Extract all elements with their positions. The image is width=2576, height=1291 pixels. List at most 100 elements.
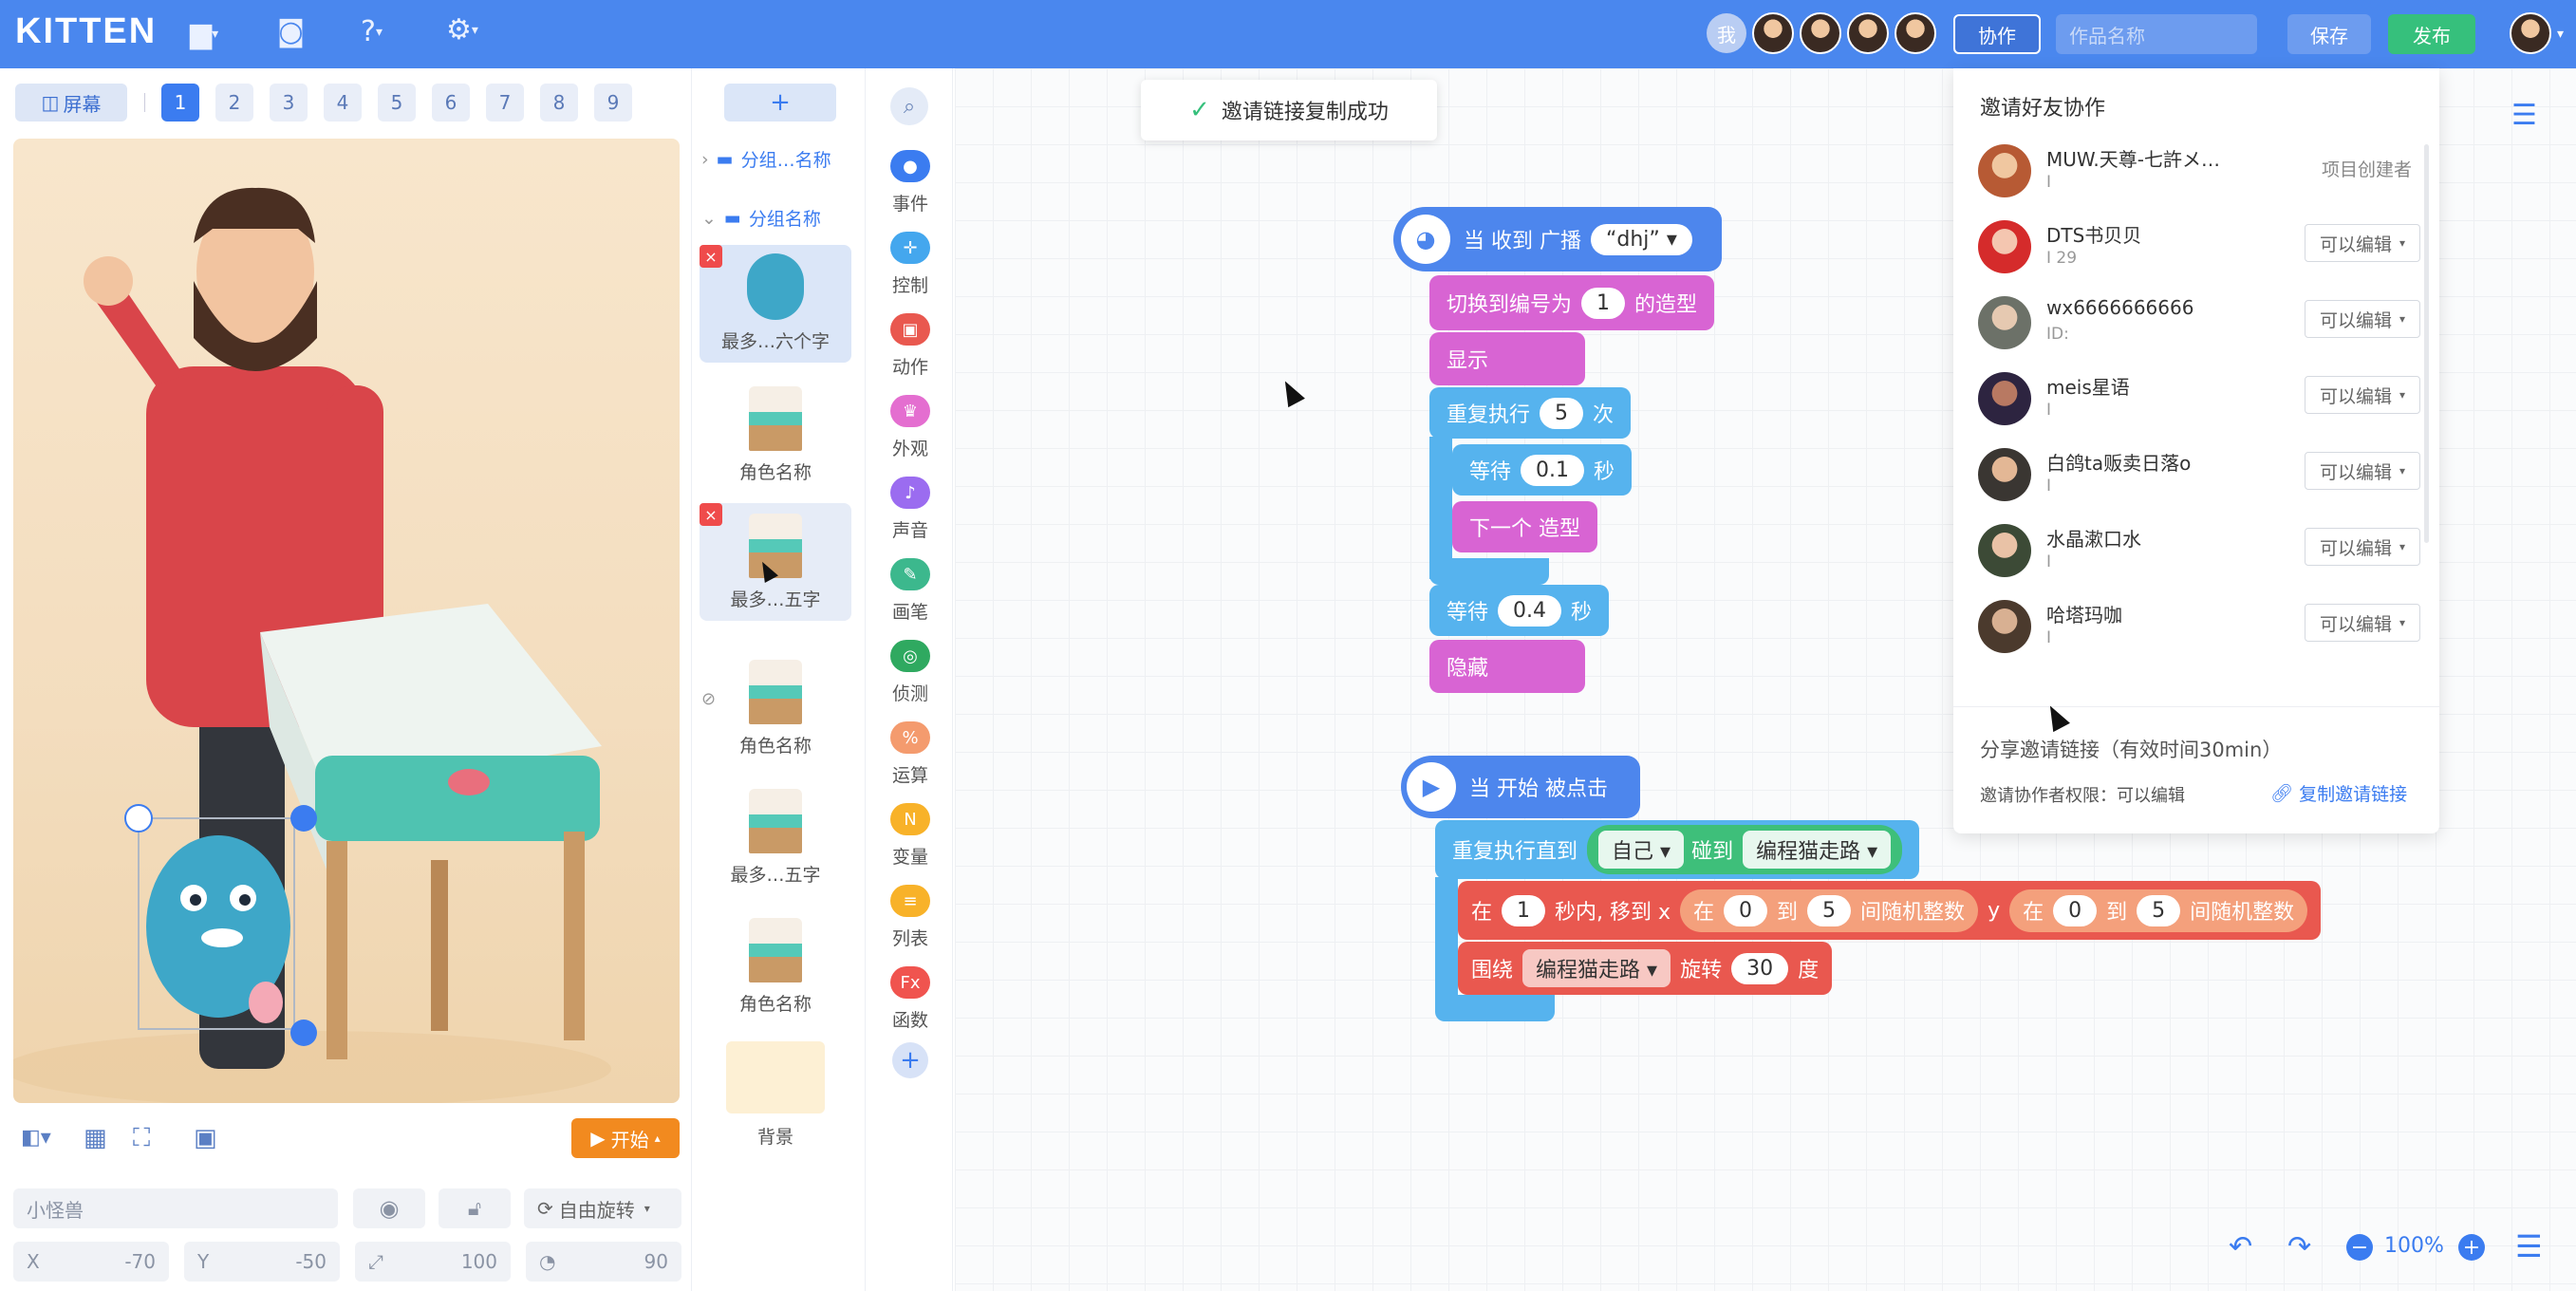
- block-repeat-until[interactable]: 重复执行直到 自己 ▾ 碰到 编程猫走路 ▾: [1435, 820, 1920, 879]
- category-variables[interactable]: N 变量: [868, 803, 953, 869]
- sprite-name-input[interactable]: 小怪兽: [13, 1188, 338, 1228]
- permission-select[interactable]: 可以编辑 ▾: [2305, 528, 2420, 566]
- block-show[interactable]: 显示: [1429, 332, 1585, 385]
- block-orbit[interactable]: 围绕 编程猫走路 ▾ 旋转 30 度: [1458, 942, 1833, 995]
- screen-tab-3[interactable]: 3: [270, 84, 308, 122]
- permission-select[interactable]: 可以编辑 ▾: [2305, 604, 2420, 642]
- scrollbar[interactable]: [2424, 144, 2429, 543]
- align-blocks-icon[interactable]: ☰: [2515, 1228, 2543, 1264]
- stage-canvas[interactable]: [13, 139, 680, 1103]
- block-input[interactable]: 1: [1581, 287, 1626, 319]
- block-next-costume[interactable]: 下一个 造型: [1452, 501, 1597, 552]
- sprite-item[interactable]: 最多…五字: [700, 778, 851, 896]
- block-input[interactable]: 0.1: [1521, 454, 1585, 486]
- permission-select[interactable]: 可以编辑 ▾: [2305, 224, 2420, 262]
- add-extension-button[interactable]: +: [892, 1042, 928, 1078]
- category-pen[interactable]: ✎ 画笔: [868, 558, 953, 624]
- fullscreen-icon[interactable]: ⛶: [133, 1124, 150, 1153]
- group-header-1[interactable]: › ▬ 分组…名称: [701, 146, 831, 172]
- group-header-2[interactable]: ⌄ ▬ 分组名称: [701, 205, 821, 231]
- sprite-item[interactable]: 角色名称: [700, 376, 851, 494]
- x-field[interactable]: X -70: [13, 1242, 169, 1282]
- screen-tab-4[interactable]: 4: [324, 84, 362, 122]
- gear-icon[interactable]: ⚙ ▾: [446, 13, 478, 47]
- collaborator-avatar[interactable]: [1752, 12, 1794, 54]
- lock-toggle[interactable]: 🔓︎: [439, 1188, 511, 1228]
- undo-icon[interactable]: ↶: [2229, 1230, 2252, 1263]
- block-input[interactable]: 5: [1540, 397, 1584, 429]
- sprite-item[interactable]: × 最多…六个字: [700, 245, 851, 363]
- screen-button[interactable]: ◫ 屏幕: [15, 84, 127, 122]
- block-input[interactable]: 5: [2137, 894, 2181, 926]
- collaborator-avatar[interactable]: [1895, 12, 1936, 54]
- screen-tab-2[interactable]: 2: [215, 84, 253, 122]
- start-button[interactable]: ▶ 开始 ▴: [571, 1118, 680, 1158]
- collaborator-avatar[interactable]: [1800, 12, 1841, 54]
- y-field[interactable]: Y -50: [184, 1242, 340, 1282]
- screen-tab-5[interactable]: 5: [378, 84, 416, 122]
- collab-button[interactable]: 协作: [1953, 14, 2041, 54]
- add-sprite-button[interactable]: +: [724, 84, 836, 122]
- block-search-icon[interactable]: ☰: [2511, 99, 2537, 132]
- block-input[interactable]: 0: [1724, 894, 1768, 926]
- work-name-input[interactable]: 作品名称: [2056, 14, 2257, 54]
- chevron-down-icon[interactable]: ▾: [2557, 27, 2564, 42]
- collaborator-avatar[interactable]: [1847, 12, 1889, 54]
- zoom-in-button[interactable]: +: [2458, 1234, 2485, 1261]
- block-input[interactable]: 5: [1807, 894, 1852, 926]
- my-avatar[interactable]: 我: [1707, 13, 1746, 53]
- broadcast-dropdown[interactable]: “dhj” ▾: [1591, 223, 1692, 255]
- block-wait-2[interactable]: 等待 0.4 秒: [1429, 585, 1610, 636]
- category-operators[interactable]: % 运算: [868, 721, 953, 787]
- block-glide-to[interactable]: 在 1 秒内, 移到 x 在 0 到 5 间随机整数 y 在 0 到 5 间随机整数: [1458, 881, 2322, 940]
- sprite-item[interactable]: 角色名称: [700, 907, 851, 1025]
- rotate-mode-select[interactable]: ⟳ 自由旋转 ▾: [524, 1188, 681, 1228]
- sprite-item[interactable]: 角色名称: [700, 649, 851, 767]
- permission-select[interactable]: 可以编辑 ▾: [2305, 300, 2420, 338]
- screen-tab-1[interactable]: 1: [161, 84, 199, 122]
- file-menu-icon[interactable]: ▆ ▾: [190, 17, 218, 50]
- delete-icon[interactable]: ×: [700, 245, 722, 268]
- screen-tab-7[interactable]: 7: [486, 84, 524, 122]
- delete-icon[interactable]: ×: [700, 503, 722, 526]
- screen-tab-8[interactable]: 8: [540, 84, 578, 122]
- block-input[interactable]: 30: [1731, 952, 1789, 984]
- category-sound[interactable]: ♪ 声音: [868, 477, 953, 542]
- permission-select[interactable]: 可以编辑 ▾: [2305, 376, 2420, 414]
- save-button[interactable]: 保存: [2287, 14, 2371, 54]
- block-input[interactable]: 1: [1502, 894, 1546, 926]
- layout-icon[interactable]: ◧▾: [21, 1126, 51, 1150]
- category-lists[interactable]: ≡ 列表: [868, 885, 953, 950]
- category-motion[interactable]: ▣ 动作: [868, 313, 953, 379]
- preview-icon[interactable]: ▣: [194, 1124, 217, 1152]
- publish-button[interactable]: 发布: [2388, 14, 2475, 54]
- self-dropdown[interactable]: 自己 ▾: [1598, 831, 1685, 869]
- screen-tab-6[interactable]: 6: [432, 84, 470, 122]
- block-wait[interactable]: 等待 0.1 秒: [1452, 444, 1633, 496]
- category-functions[interactable]: Fx 函数: [868, 966, 953, 1032]
- redo-icon[interactable]: ↷: [2287, 1230, 2311, 1263]
- screen-tab-9[interactable]: 9: [594, 84, 632, 122]
- backpack-icon[interactable]: ◙: [277, 15, 305, 48]
- category-sensing[interactable]: ◎ 侦测: [868, 640, 953, 705]
- category-looks[interactable]: ♛ 外观: [868, 395, 953, 460]
- target-dropdown[interactable]: 编程猫走路 ▾: [1743, 831, 1892, 869]
- background-item[interactable]: 背景: [700, 1040, 851, 1158]
- direction-field[interactable]: ◔ 90: [526, 1242, 681, 1282]
- block-hide[interactable]: 隐藏: [1429, 640, 1585, 693]
- block-repeat[interactable]: 重复执行 5 次: [1429, 387, 1632, 439]
- user-avatar[interactable]: [2510, 12, 2551, 54]
- help-icon[interactable]: ? ▾: [361, 15, 383, 48]
- random-int-block[interactable]: 在 0 到 5 间随机整数: [2009, 889, 2308, 932]
- sprite-item[interactable]: × 最多…五字: [700, 503, 851, 621]
- category-event[interactable]: ● 事件: [868, 150, 953, 215]
- size-field[interactable]: ⤢ 100: [355, 1242, 511, 1282]
- block-input[interactable]: 0.4: [1498, 594, 1562, 627]
- grid-icon[interactable]: ▦: [84, 1124, 107, 1152]
- copy-link-button[interactable]: 🔗︎ 复制邀请链接: [2270, 780, 2407, 806]
- block-input[interactable]: 0: [2053, 894, 2098, 926]
- permission-select[interactable]: 可以编辑 ▾: [2305, 452, 2420, 490]
- zoom-out-button[interactable]: −: [2346, 1234, 2373, 1261]
- block-switch-costume[interactable]: 切换到编号为 1 的造型: [1429, 275, 1715, 330]
- category-control[interactable]: ✛ 控制: [868, 232, 953, 297]
